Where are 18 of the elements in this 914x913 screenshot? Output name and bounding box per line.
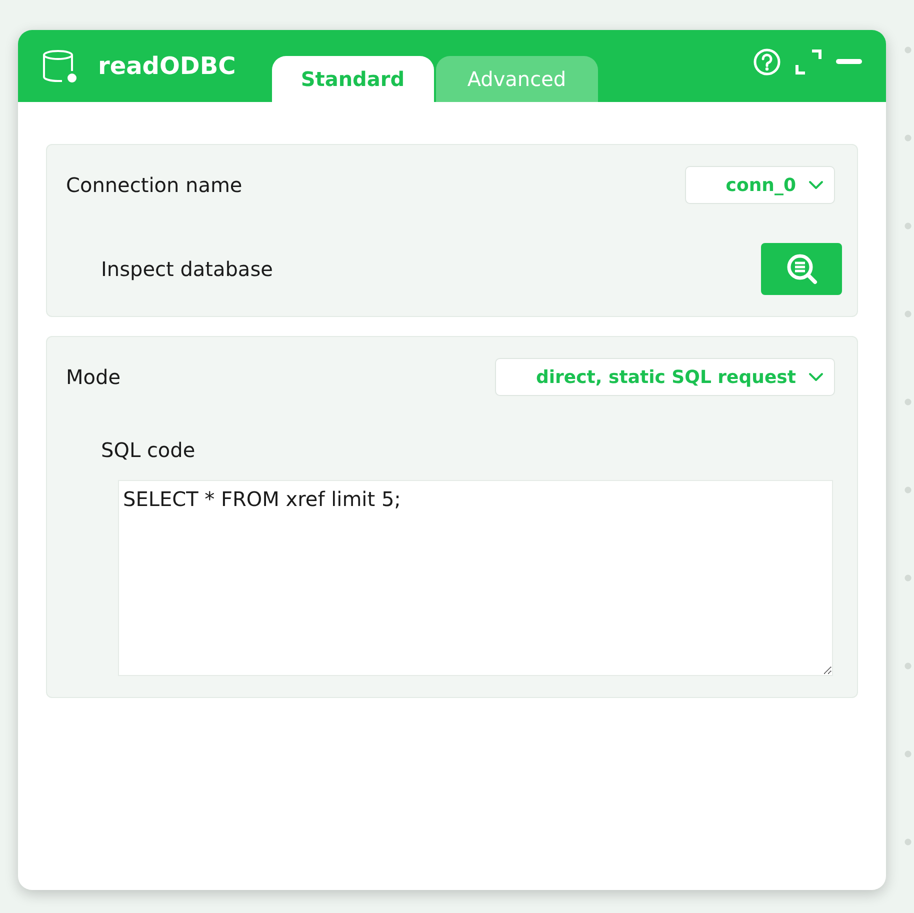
inspect-button[interactable] xyxy=(761,243,842,295)
expand-icon[interactable] xyxy=(795,49,822,75)
field-label: SQL code xyxy=(101,440,196,460)
database-icon xyxy=(42,48,78,84)
chevron-icon xyxy=(808,372,824,382)
sql-code-field[interactable]: SELECT * FROM xref limit 5; xyxy=(118,480,833,676)
field-label: Mode xyxy=(66,367,120,387)
help-icon[interactable] xyxy=(753,48,781,76)
tab[interactable]: Standard xyxy=(272,56,434,102)
dropdown[interactable]: conn_0 xyxy=(684,166,835,204)
tab[interactable]: Advanced xyxy=(436,56,598,102)
field-label: Connection name xyxy=(66,175,242,195)
search-icon xyxy=(784,252,818,286)
window-title: readODBC xyxy=(98,51,236,82)
field-label: Inspect database xyxy=(101,259,273,279)
minimize-icon[interactable] xyxy=(836,59,862,65)
dropdown[interactable]: direct, static SQL request xyxy=(494,358,835,396)
chevron-icon xyxy=(808,180,824,190)
